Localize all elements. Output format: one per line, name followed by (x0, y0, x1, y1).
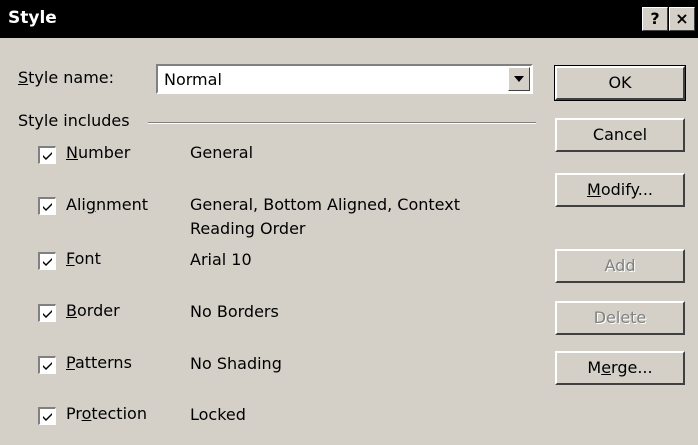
ok-button[interactable]: OK (554, 65, 686, 101)
number-label: Number (66, 143, 131, 162)
border-label: Border (66, 301, 120, 320)
checkmark-icon (43, 203, 52, 211)
alignment-checkbox[interactable] (38, 197, 56, 215)
patterns-value: No Shading (190, 354, 282, 373)
delete-button[interactable]: Delete (555, 301, 685, 335)
font-label: Font (66, 249, 101, 268)
alignment-value-line2: Reading Order (190, 219, 306, 238)
border-value: No Borders (190, 302, 279, 321)
modify-button[interactable]: Modify... (555, 173, 685, 207)
cancel-button[interactable]: Cancel (555, 118, 685, 152)
style-name-label: Style name: (18, 68, 115, 87)
checkmark-icon (43, 413, 52, 421)
number-value: General (190, 143, 254, 162)
add-button[interactable]: Add (555, 249, 685, 283)
alignment-value-line1: General, Bottom Aligned, Context (190, 195, 460, 214)
close-icon: × (675, 9, 689, 28)
protection-value: Locked (190, 405, 246, 424)
font-checkbox[interactable] (38, 252, 56, 270)
protection-label: Protection (66, 404, 147, 423)
number-checkbox[interactable] (38, 146, 56, 164)
checkmark-icon (43, 310, 52, 318)
font-value: Arial 10 (190, 250, 252, 269)
style-name-combobox[interactable]: Normal (156, 64, 533, 94)
help-button[interactable]: ? (642, 7, 668, 31)
style-dialog: Style ? × Style name: Normal Style inclu… (0, 0, 698, 445)
protection-checkbox[interactable] (38, 407, 56, 425)
merge-button[interactable]: Merge... (555, 351, 685, 385)
close-button[interactable]: × (669, 7, 695, 31)
border-checkbox[interactable] (38, 304, 56, 322)
checkmark-icon (43, 258, 52, 266)
dialog-title: Style (8, 8, 57, 28)
checkmark-icon (43, 362, 52, 370)
alignment-label: Alignment (66, 195, 148, 214)
help-icon: ? (650, 9, 660, 28)
checkmark-icon (43, 152, 52, 160)
dropdown-button[interactable] (508, 67, 530, 91)
patterns-label: Patterns (66, 353, 132, 372)
style-name-value: Normal (164, 70, 222, 89)
title-bar: Style ? × (0, 0, 698, 38)
chevron-down-icon (514, 76, 524, 82)
patterns-checkbox[interactable] (38, 356, 56, 374)
alignment-value: General, Bottom Aligned, Context Reading… (190, 193, 460, 241)
style-includes-label: Style includes (18, 111, 130, 130)
group-divider (148, 122, 536, 124)
